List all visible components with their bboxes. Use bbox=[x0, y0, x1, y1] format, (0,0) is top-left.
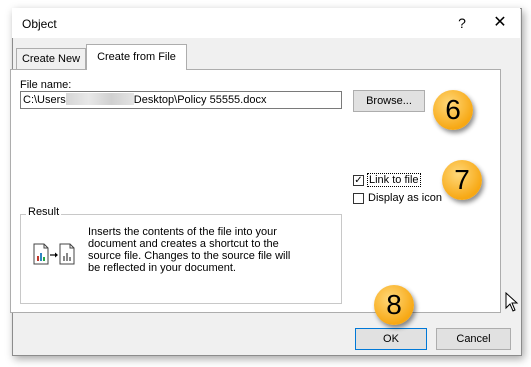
result-description: Inserts the contents of the file into yo… bbox=[88, 226, 328, 274]
cancel-button[interactable]: Cancel bbox=[436, 328, 511, 350]
callout-7: 7 bbox=[442, 160, 482, 200]
dialog-title: Object bbox=[22, 17, 57, 31]
close-button[interactable]: ✕ bbox=[486, 13, 514, 33]
result-line: Inserts the contents of the file into yo… bbox=[88, 226, 277, 238]
display-as-icon-label: Display as icon bbox=[368, 192, 442, 204]
redacted-username bbox=[65, 93, 134, 105]
result-line: be reflected in your document. bbox=[88, 262, 236, 274]
callout-8: 8 bbox=[374, 285, 414, 325]
file-name-input[interactable]: C:\Users Desktop\Policy 55555.docx bbox=[20, 91, 342, 109]
tab-create-from-file-label: Create from File bbox=[97, 51, 176, 63]
callout-6: 6 bbox=[433, 90, 473, 130]
tab-create-from-file[interactable]: Create from File bbox=[86, 44, 187, 70]
checkbox-checked-icon: ✓ bbox=[353, 174, 364, 186]
mouse-cursor-icon bbox=[505, 292, 519, 312]
display-as-icon-checkbox[interactable]: Display as icon bbox=[353, 191, 442, 205]
tab-create-new[interactable]: Create New bbox=[16, 48, 86, 69]
browse-button[interactable]: Browse... bbox=[353, 90, 425, 112]
file-name-label: File name: bbox=[20, 79, 72, 91]
result-line: document and creates a shortcut to the bbox=[88, 238, 279, 250]
result-group-title: Result bbox=[26, 206, 62, 218]
file-path-prefix: C:\Users bbox=[23, 94, 66, 106]
link-to-file-label: Link to file bbox=[367, 173, 421, 187]
link-document-icon bbox=[33, 243, 75, 265]
ok-button[interactable]: OK bbox=[355, 328, 427, 350]
help-button[interactable]: ? bbox=[448, 13, 476, 33]
link-to-file-checkbox[interactable]: ✓ Link to file bbox=[353, 173, 421, 187]
file-path-suffix: Desktop\Policy 55555.docx bbox=[133, 94, 267, 106]
checkbox-unchecked-icon bbox=[353, 192, 364, 204]
tab-create-new-label: Create New bbox=[21, 53, 81, 65]
result-line: source file. Changes to the source file … bbox=[88, 250, 291, 262]
title-bar: Object ? ✕ bbox=[12, 8, 520, 38]
